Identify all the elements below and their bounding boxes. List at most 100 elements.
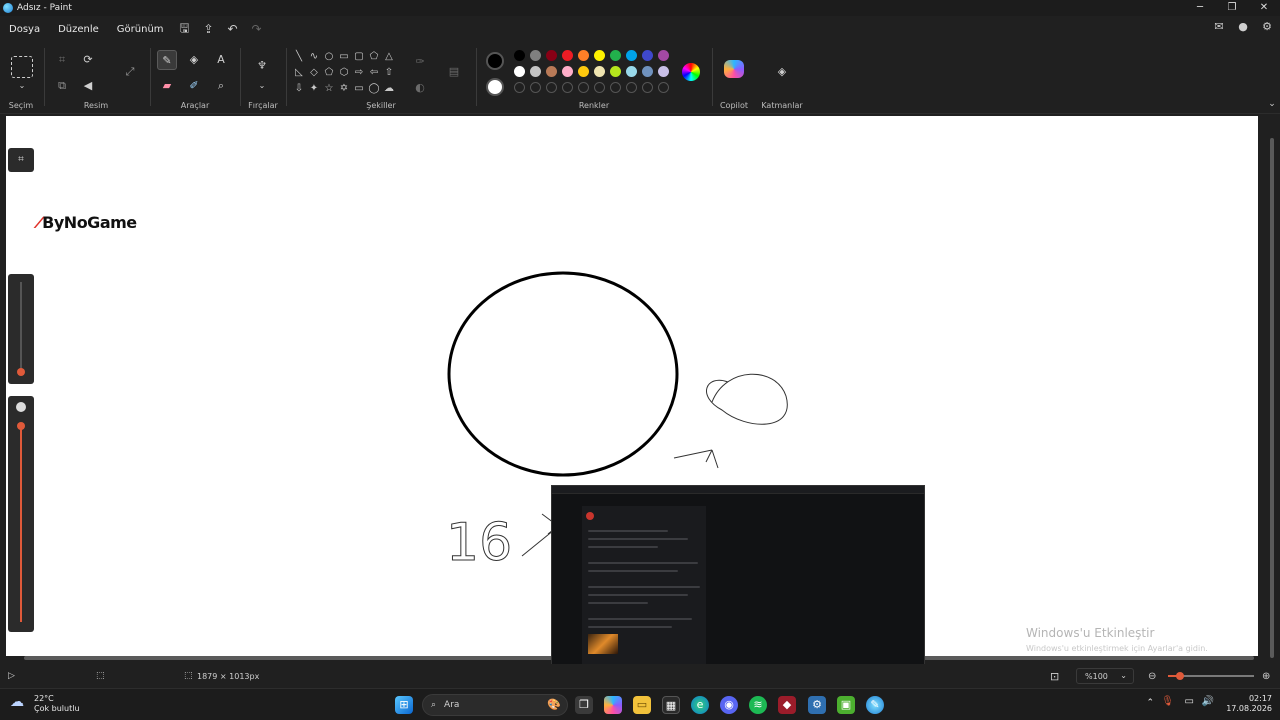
custom-color-slot[interactable] bbox=[546, 82, 557, 93]
rotate-icon[interactable]: ⟳ bbox=[78, 50, 98, 70]
arrow-right-shape-icon[interactable]: ⇨ bbox=[352, 66, 366, 80]
color-swatch[interactable] bbox=[530, 50, 541, 61]
fill-bucket-icon[interactable]: ◈ bbox=[184, 50, 204, 70]
star4-shape-icon[interactable]: ✦ bbox=[307, 82, 321, 96]
magnifier-icon[interactable]: ⌕ bbox=[211, 76, 231, 96]
shape-size-icon[interactable]: ▤ bbox=[444, 62, 464, 82]
rectangle-shape-icon[interactable]: ▭ bbox=[337, 50, 351, 64]
triangle-shape-icon[interactable]: △ bbox=[382, 50, 396, 64]
curve-shape-icon[interactable]: ∿ bbox=[307, 50, 321, 64]
spotify-icon[interactable]: ≋ bbox=[749, 696, 767, 714]
share-icon[interactable]: ⇪ bbox=[197, 22, 221, 36]
microsoft-store-icon[interactable]: ▦ bbox=[662, 696, 680, 714]
line-shape-icon[interactable]: ╲ bbox=[292, 50, 306, 64]
custom-color-slot[interactable] bbox=[626, 82, 637, 93]
callout-rect-shape-icon[interactable]: ▭ bbox=[352, 82, 366, 96]
color-swatch[interactable] bbox=[610, 50, 621, 61]
rounded-rect-shape-icon[interactable]: ▢ bbox=[352, 50, 366, 64]
save-icon[interactable]: 🖫 bbox=[173, 19, 197, 40]
menu-edit[interactable]: Düzenle bbox=[49, 24, 108, 35]
oval-shape-icon[interactable]: ○ bbox=[322, 50, 336, 64]
arrow-left-shape-icon[interactable]: ⇦ bbox=[367, 66, 381, 80]
weather-widget[interactable]: ☁ 22°C Çok bulutlu bbox=[10, 694, 80, 714]
feedback-icon[interactable]: ✉ bbox=[1212, 20, 1226, 34]
primary-color-swatch[interactable] bbox=[486, 52, 504, 70]
color-swatch[interactable] bbox=[546, 66, 557, 77]
edit-colors-icon[interactable] bbox=[682, 63, 700, 81]
account-icon[interactable]: ● bbox=[1236, 20, 1250, 34]
star6-shape-icon[interactable]: ✡ bbox=[337, 82, 351, 96]
chevron-down-icon[interactable]: ⌄ bbox=[12, 76, 32, 96]
opacity-track[interactable] bbox=[20, 426, 22, 622]
color-swatch[interactable] bbox=[626, 50, 637, 61]
color-swatch[interactable] bbox=[594, 66, 605, 77]
hexagon-shape-icon[interactable]: ⬡ bbox=[337, 66, 351, 80]
copilot-icon[interactable] bbox=[724, 60, 744, 78]
color-swatch[interactable] bbox=[658, 66, 669, 77]
fit-to-window-icon[interactable]: ⊡ bbox=[1050, 670, 1059, 683]
callout-oval-shape-icon[interactable]: ◯ bbox=[367, 82, 381, 96]
tray-overflow-chevron-icon[interactable]: ⌃ bbox=[1146, 698, 1154, 708]
arrow-up-shape-icon[interactable]: ⇧ bbox=[382, 66, 396, 80]
ribbon-collapse-chevron-icon[interactable]: ⌄ bbox=[1262, 94, 1280, 114]
redo-icon[interactable]: ↷ bbox=[245, 22, 269, 36]
color-swatch[interactable] bbox=[514, 66, 525, 77]
copilot-taskbar-icon[interactable] bbox=[604, 696, 622, 714]
custom-color-slot[interactable] bbox=[514, 82, 525, 93]
task-view-icon[interactable]: ❐ bbox=[575, 696, 593, 714]
color-swatch[interactable] bbox=[546, 50, 557, 61]
secondary-color-swatch[interactable] bbox=[486, 78, 504, 96]
clock-time[interactable]: 02:17 bbox=[1226, 694, 1272, 704]
custom-color-slot[interactable] bbox=[642, 82, 653, 93]
taskbar-search[interactable]: ⌕ Ara 🎨 bbox=[422, 694, 568, 716]
layers-icon[interactable]: ◈ bbox=[772, 62, 792, 82]
color-picker-icon[interactable]: ✐ bbox=[184, 76, 204, 96]
color-swatch[interactable] bbox=[610, 66, 621, 77]
steam-icon[interactable]: ⚙ bbox=[808, 696, 826, 714]
opacity-knob[interactable] bbox=[17, 422, 25, 430]
custom-color-slot[interactable] bbox=[594, 82, 605, 93]
windows-start-icon[interactable]: ⊞ bbox=[395, 696, 413, 714]
file-explorer-icon[interactable]: ▭ bbox=[633, 696, 651, 714]
outline-style-icon[interactable]: ✑ bbox=[410, 52, 430, 72]
color-swatch[interactable] bbox=[658, 50, 669, 61]
select-rectangle-icon[interactable] bbox=[11, 56, 33, 78]
resize-icon[interactable]: ⧉ bbox=[52, 76, 72, 96]
text-tool-icon[interactable]: A bbox=[211, 50, 231, 70]
arrow-down-shape-icon[interactable]: ⇩ bbox=[292, 82, 306, 96]
color-swatch[interactable] bbox=[594, 50, 605, 61]
color-swatch[interactable] bbox=[578, 50, 589, 61]
zoom-dropdown[interactable]: %100 ⌄ bbox=[1076, 668, 1134, 684]
crop-icon[interactable]: ⌗ bbox=[52, 50, 72, 70]
minimize-icon[interactable]: ─ bbox=[1184, 0, 1216, 16]
minecraft-icon[interactable]: ▣ bbox=[837, 696, 855, 714]
color-swatch[interactable] bbox=[562, 66, 573, 77]
image-fit-icon[interactable]: ⤢ bbox=[120, 62, 140, 82]
menu-view[interactable]: Görünüm bbox=[108, 24, 173, 35]
color-swatch[interactable] bbox=[562, 50, 573, 61]
color-swatch[interactable] bbox=[578, 66, 589, 77]
color-swatch[interactable] bbox=[530, 66, 541, 77]
custom-color-slot[interactable] bbox=[658, 82, 669, 93]
brush-icon[interactable]: ♆ bbox=[252, 56, 272, 76]
discord-icon[interactable]: ◉ bbox=[720, 696, 738, 714]
undo-icon[interactable]: ↶ bbox=[221, 22, 245, 36]
close-icon[interactable]: ✕ bbox=[1248, 0, 1280, 16]
diamond-shape-icon[interactable]: ◇ bbox=[307, 66, 321, 80]
polygon-shape-icon[interactable]: ⬠ bbox=[367, 50, 381, 64]
vertical-scrollbar[interactable] bbox=[1270, 138, 1274, 658]
chevron-down-icon[interactable]: ⌄ bbox=[252, 76, 272, 96]
zoom-in-icon[interactable]: ⊕ bbox=[1262, 671, 1270, 682]
custom-color-slot[interactable] bbox=[530, 82, 541, 93]
brush-size-track[interactable] bbox=[20, 282, 22, 372]
callout-cloud-shape-icon[interactable]: ☁ bbox=[382, 82, 396, 96]
brush-size-knob[interactable] bbox=[17, 368, 25, 376]
custom-color-slot[interactable] bbox=[562, 82, 573, 93]
bynogame-taskbar-icon[interactable]: ◆ bbox=[778, 696, 796, 714]
fill-style-icon[interactable]: ◐ bbox=[410, 78, 430, 98]
network-icon[interactable]: ▭ bbox=[1185, 697, 1194, 707]
paint-taskbar-icon[interactable]: ✎ bbox=[866, 696, 884, 714]
volume-icon[interactable]: 🔊 bbox=[1202, 697, 1214, 707]
zoom-slider-knob[interactable] bbox=[1176, 672, 1184, 680]
settings-gear-icon[interactable]: ⚙ bbox=[1260, 20, 1274, 34]
